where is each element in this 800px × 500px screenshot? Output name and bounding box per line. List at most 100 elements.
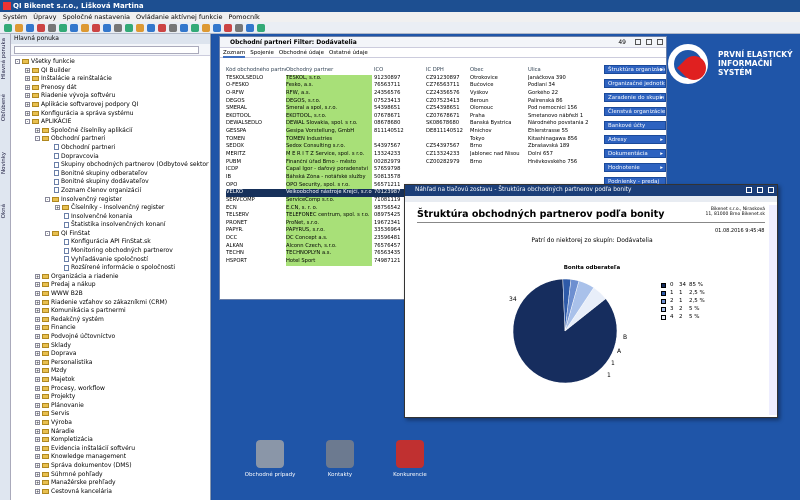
expand-icon[interactable]: + <box>25 67 30 73</box>
column-header[interactable]: Ulica <box>528 67 604 75</box>
tree-node[interactable]: Konfigurácia API FinStat.sk <box>11 238 209 247</box>
tree-node[interactable]: + Súhrnné pohľady <box>11 471 209 480</box>
tree-node[interactable]: Dopravcovia <box>11 153 209 162</box>
side-button[interactable]: Štruktúra organizácie ▸ <box>604 65 666 74</box>
tree-node[interactable]: Insolvenčné konania <box>11 213 209 222</box>
toolbar-button-icon[interactable] <box>257 24 265 32</box>
tree-node[interactable]: Štatistika insolvenčných konaní <box>11 221 209 230</box>
tree-node[interactable]: Bonitné skupiny dodávateľov <box>11 178 209 187</box>
close-icon[interactable] <box>657 39 663 45</box>
toolbar-button-icon[interactable] <box>235 24 243 32</box>
table-row[interactable]: TESKOLSEDLO TESKOL, s.r.o. 91230897 CZ91230… <box>226 74 604 83</box>
tree-node[interactable]: Monitoring obchodných partnerov <box>11 247 209 256</box>
expand-icon[interactable]: + <box>35 359 40 365</box>
toolbar-button-icon[interactable] <box>114 24 122 32</box>
toolbar-button-icon[interactable] <box>125 24 133 32</box>
expand-icon[interactable]: + <box>35 471 40 477</box>
expand-icon[interactable]: + <box>25 101 30 107</box>
expand-icon[interactable]: + <box>35 308 40 314</box>
tree-node[interactable]: + Servis <box>11 410 209 419</box>
tree-node[interactable]: + Manažérske prehľady <box>11 479 209 488</box>
expand-icon[interactable]: + <box>35 480 40 486</box>
expand-icon[interactable]: + <box>35 385 40 391</box>
tree-node[interactable]: + Personalistika <box>11 359 209 368</box>
menu-item[interactable]: Pomocník <box>229 13 260 21</box>
table-row[interactable]: PUBM Finanční úřad Brno - město 00282979 CZ… <box>226 158 604 167</box>
maximize-icon[interactable] <box>757 187 763 193</box>
tree-node[interactable]: Rozšírené informácie o spoločnosti <box>11 264 209 273</box>
side-tab[interactable]: Obľúbené <box>1 94 10 121</box>
tree-node[interactable]: - APLIKÁCIE <box>11 118 209 127</box>
tree-node[interactable]: + QI Builder <box>11 67 209 76</box>
tree-node[interactable]: + WWW B2B <box>11 290 209 299</box>
table-row[interactable]: O-RFW RFW, a.s. 24356576 CZ24356576 Vyškov Go… <box>226 89 604 98</box>
tree-node[interactable]: + Správa dokumentov (DMS) <box>11 462 209 471</box>
side-tab[interactable]: Okná <box>1 204 10 218</box>
expand-icon[interactable]: + <box>35 394 40 400</box>
tree-node[interactable]: - QI FinStat <box>11 230 209 239</box>
tree-node[interactable]: + Financie <box>11 324 209 333</box>
toolbar-button-icon[interactable] <box>37 24 45 32</box>
tree-node[interactable]: + Doprava <box>11 350 209 359</box>
toolbar-button-icon[interactable] <box>202 24 210 32</box>
toolbar-button-icon[interactable] <box>147 24 155 32</box>
collapse-icon[interactable]: - <box>25 119 30 125</box>
tree-node[interactable]: + Sklady <box>11 342 209 351</box>
collapse-icon[interactable]: - <box>45 230 50 236</box>
toolbar-button-icon[interactable] <box>191 24 199 32</box>
table-row[interactable]: GESSPA Gesipa Vorstellung, GmbH 81114051​2… <box>226 128 604 136</box>
tab-zoznam[interactable]: Zoznam <box>223 50 246 58</box>
side-button[interactable]: Organizačné jednotky <box>604 79 666 88</box>
tree-node[interactable]: + Plánovanie <box>11 402 209 411</box>
expand-icon[interactable]: + <box>35 334 40 339</box>
tree-node[interactable]: + Cestovná kancelária <box>11 488 209 497</box>
menu-item[interactable]: Spoločné nastavenia <box>62 13 130 21</box>
tab-spojenie[interactable]: Spojenie <box>250 50 274 56</box>
minimize-icon[interactable] <box>746 187 752 193</box>
expand-icon[interactable]: + <box>35 273 40 279</box>
side-button[interactable]: Dokumentácia ▸ <box>604 149 666 158</box>
tree-node[interactable]: + Evidencia inštalácií softvéru <box>11 445 209 454</box>
table-row[interactable]: EKOTOOL EKOTOOL, s.r.o. 07678671 CZ07678671… <box>226 112 604 121</box>
tree-node[interactable]: Obchodní partneri <box>11 144 209 153</box>
side-button[interactable]: Hodnotenie ▸ <box>604 163 666 172</box>
toolbar-button-icon[interactable] <box>103 24 111 32</box>
table-row[interactable]: TOMEN TOMEN Industries Tokyo Kitashinagawa … <box>226 135 604 144</box>
tree-node[interactable]: Vyhľadávanie spoločností <box>11 256 209 265</box>
table-row[interactable]: IB Báhská Zóna - notářské služby 50813578 <box>226 173 604 182</box>
expand-icon[interactable]: + <box>35 454 40 460</box>
collapse-icon[interactable]: - <box>15 59 20 64</box>
side-button[interactable]: Členstvá organizácie <box>604 107 666 116</box>
toolbar-button-icon[interactable] <box>48 24 56 32</box>
collapse-icon[interactable]: - <box>35 136 40 142</box>
tab-obchodné-údaje[interactable]: Obchodné údaje <box>279 50 324 56</box>
tree-node[interactable]: + Projekty <box>11 393 209 402</box>
expand-icon[interactable]: + <box>35 411 40 417</box>
quick-launch-item[interactable]: Kontakty <box>310 440 370 478</box>
tree-node[interactable]: + Organizácia a riadenie <box>11 273 209 282</box>
expand-icon[interactable]: + <box>35 282 40 288</box>
tree-node[interactable]: + Komunikácia s partnermi <box>11 307 209 316</box>
toolbar-button-icon[interactable] <box>169 24 177 32</box>
tree-node[interactable]: - Obchodní partneri <box>11 135 209 144</box>
expand-icon[interactable]: + <box>25 110 30 116</box>
toolbar-button-icon[interactable] <box>224 24 232 32</box>
quick-launch-item[interactable]: Obchodné prípady <box>240 440 300 478</box>
expand-icon[interactable]: + <box>35 402 40 408</box>
table-row[interactable]: ICDP Čapal Igor - dařový poradenství 57659… <box>226 166 604 174</box>
expand-icon[interactable]: + <box>35 127 40 133</box>
expand-icon[interactable]: + <box>35 419 40 425</box>
tree-node[interactable]: + Procesy, workflow <box>11 385 209 394</box>
side-button[interactable]: Zaradenie do skupín ▸ <box>604 93 666 102</box>
column-header[interactable]: IČO <box>374 67 424 75</box>
menu-item[interactable]: Systém <box>3 13 27 21</box>
expand-icon[interactable]: + <box>35 462 40 468</box>
maximize-icon[interactable] <box>646 39 652 45</box>
toolbar-button-icon[interactable] <box>136 24 144 32</box>
toolbar-button-icon[interactable] <box>92 24 100 32</box>
tree-node[interactable]: + Náradie <box>11 428 209 437</box>
expand-icon[interactable]: + <box>35 488 40 494</box>
tree-node[interactable]: + Podvojné účtovníctvo <box>11 333 209 342</box>
table-row[interactable]: MERITZ M E R I T Z Service, spol. s r.o. 1… <box>226 151 604 159</box>
column-header[interactable]: Kód obchodného partnera <box>226 67 286 75</box>
